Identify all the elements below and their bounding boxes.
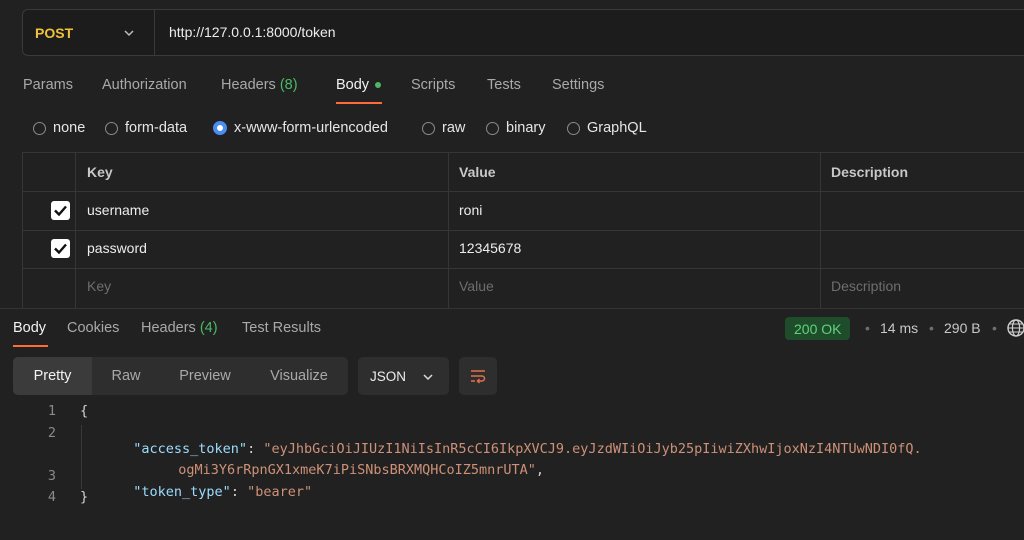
radio-circle	[105, 121, 118, 135]
line-number: 4	[47, 489, 56, 505]
response-tab-body[interactable]: Body	[13, 320, 46, 336]
globe-icon[interactable]	[1006, 318, 1024, 338]
table-divider	[22, 268, 1024, 269]
indent-guide	[81, 425, 82, 489]
url-bar: POST http://127.0.0.1:8000/token	[22, 9, 1024, 56]
response-tab-test-results[interactable]: Test Results	[242, 320, 321, 336]
cell-key[interactable]: username	[87, 202, 149, 218]
radio-raw[interactable]: raw	[422, 120, 465, 136]
radio-label: none	[53, 120, 86, 136]
json-key: "token_type"	[133, 484, 231, 500]
radio-label: x-www-form-urlencoded	[234, 120, 388, 136]
method-dropdown[interactable]: POST	[23, 10, 155, 55]
tab-settings[interactable]: Settings	[552, 77, 604, 93]
table-divider	[22, 191, 1024, 192]
radio-circle	[486, 121, 499, 135]
column-header-key: Key	[87, 164, 113, 180]
view-raw-button[interactable]: Raw	[92, 357, 160, 395]
radio-label: GraphQL	[587, 120, 647, 136]
new-description-input[interactable]: Description	[831, 278, 901, 294]
format-dropdown[interactable]: JSON	[358, 357, 449, 395]
json-colon: :	[230, 484, 248, 500]
line-number: 3	[47, 468, 56, 484]
separator-dot: •	[929, 320, 934, 336]
response-tab-headers[interactable]: Headers (4)	[141, 320, 218, 336]
table-divider	[820, 152, 821, 308]
radio-binary[interactable]: binary	[486, 120, 546, 136]
column-header-value: Value	[459, 164, 496, 180]
radio-label: form-data	[125, 120, 188, 136]
tab-body[interactable]: Body	[336, 77, 382, 93]
body-indicator-dot	[375, 82, 382, 89]
response-tab-headers-count: (4)	[199, 320, 218, 336]
column-header-description: Description	[831, 164, 909, 180]
tab-headers-count: (8)	[279, 77, 298, 93]
table-divider	[22, 230, 1024, 231]
format-label: JSON	[370, 368, 407, 384]
radio-form-data[interactable]: form-data	[105, 120, 187, 136]
new-value-input[interactable]: Value	[459, 278, 494, 294]
radio-none[interactable]: none	[33, 120, 85, 136]
check-icon	[54, 205, 67, 217]
radio-circle	[33, 121, 46, 135]
view-pretty-button[interactable]: Pretty	[13, 357, 92, 395]
response-tab-cookies[interactable]: Cookies	[67, 320, 119, 336]
chevron-down-icon	[124, 30, 134, 37]
table-divider	[448, 152, 449, 308]
line-number: 1	[47, 403, 56, 419]
response-tab-headers-label: Headers	[141, 320, 196, 336]
view-mode-group: Pretty Raw Preview Visualize	[13, 357, 348, 395]
url-input[interactable]: http://127.0.0.1:8000/token	[169, 24, 336, 40]
active-tab-underline	[13, 345, 48, 347]
view-preview-button[interactable]: Preview	[160, 357, 250, 395]
line-number: 2	[47, 425, 56, 441]
new-key-input[interactable]: Key	[87, 278, 111, 294]
json-string: "bearer"	[247, 484, 313, 500]
radio-label: binary	[506, 120, 546, 136]
tab-params[interactable]: Params	[23, 77, 73, 93]
table-divider	[75, 152, 76, 308]
separator-dot: •	[992, 320, 997, 336]
json-close-brace: }	[80, 489, 89, 505]
json-open-brace: {	[80, 403, 89, 419]
chevron-down-icon	[423, 374, 433, 381]
response-time[interactable]: 14 ms	[880, 320, 918, 336]
cell-value[interactable]: roni	[459, 202, 482, 218]
tab-body-label: Body	[336, 77, 370, 93]
radio-label: raw	[442, 120, 466, 136]
cell-value[interactable]: 12345678	[459, 240, 521, 256]
radio-circle-selected	[213, 121, 227, 135]
tab-authorization[interactable]: Authorization	[102, 77, 187, 93]
tab-headers-label: Headers	[221, 77, 276, 93]
wrap-lines-button[interactable]	[459, 357, 497, 395]
view-visualize-button[interactable]: Visualize	[250, 357, 348, 395]
radio-urlencoded[interactable]: x-www-form-urlencoded	[213, 120, 388, 136]
json-comma: ,	[535, 462, 545, 478]
json-line-token-type: "token_type": "bearer"	[117, 468, 312, 500]
tab-scripts[interactable]: Scripts	[411, 77, 455, 93]
status-badge[interactable]: 200 OK	[785, 317, 851, 340]
tab-headers[interactable]: Headers (8)	[221, 77, 298, 93]
separator-dot: •	[865, 320, 870, 336]
response-size[interactable]: 290 B	[944, 320, 981, 336]
row-checkbox[interactable]	[51, 201, 70, 220]
tab-tests[interactable]: Tests	[487, 77, 521, 93]
cell-key[interactable]: password	[87, 240, 147, 256]
radio-circle	[422, 121, 435, 135]
row-checkbox[interactable]	[51, 239, 70, 258]
method-label: POST	[35, 24, 74, 41]
radio-graphql[interactable]: GraphQL	[567, 120, 647, 136]
wrap-lines-icon	[471, 370, 486, 384]
radio-circle	[567, 121, 580, 135]
response-divider	[0, 308, 1024, 309]
check-icon	[54, 243, 67, 255]
active-tab-underline	[336, 102, 382, 104]
